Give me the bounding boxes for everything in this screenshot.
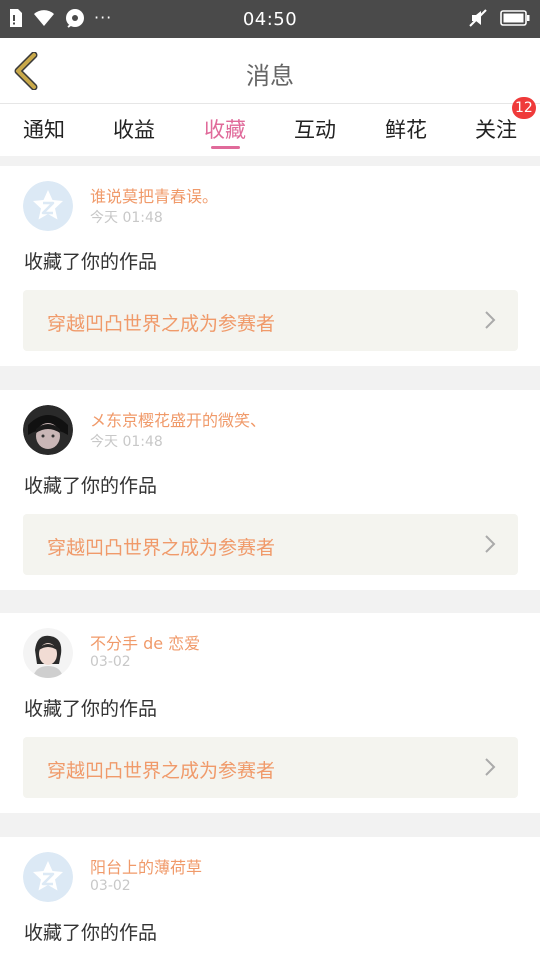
notification-message: 收藏了你的作品 [24,922,158,944]
avatar[interactable] [23,852,73,902]
chevron-right-icon [485,535,496,553]
work-link[interactable]: 穿越凹凸世界之成为参赛者 [23,290,518,351]
default-avatar-icon [23,852,73,902]
username-link[interactable]: 阳台上的薄荷草 [90,854,202,878]
tab-notifications[interactable]: 通知 [4,114,84,144]
tab-earnings[interactable]: 收益 [94,114,174,144]
work-link[interactable]: 穿越凹凸世界之成为参赛者 [23,737,518,798]
avatar[interactable] [23,181,73,231]
work-title: 穿越凹凸世界之成为参赛者 [47,313,276,335]
active-tab-indicator [211,146,240,149]
illustration-avatar [23,628,73,678]
notification-time: 03-02 [90,878,131,894]
status-bar: ··· 04:50 [0,0,540,38]
notification-card: 阳台上的薄荷草 03-02 收藏了你的作品 [0,837,540,960]
nav-header: 消息 [0,38,540,104]
work-title: 穿越凹凸世界之成为参赛者 [47,537,276,559]
page-title: 消息 [246,62,294,90]
username-link[interactable]: メ东京樱花盛开的微笑、 [90,407,266,431]
status-bar-time: 04:50 [242,9,298,30]
default-avatar-icon [23,181,73,231]
silent-mode-icon [469,9,487,27]
notification-card: メ东京樱花盛开的微笑、 今天 01:48 收藏了你的作品 穿越凹凸世界之成为参赛… [0,390,540,590]
work-link[interactable]: 穿越凹凸世界之成为参赛者 [23,514,518,575]
battery-icon [500,10,530,26]
notification-time: 03-02 [90,654,131,670]
notification-card: 不分手 de 恋爱 03-02 收藏了你的作品 穿越凹凸世界之成为参赛者 [0,613,540,813]
notification-card: 谁说莫把青春误。 今天 01:48 收藏了你的作品 穿越凹凸世界之成为参赛者 [0,166,540,366]
notification-message: 收藏了你的作品 [24,475,158,497]
work-title: 穿越凹凸世界之成为参赛者 [47,760,276,782]
chevron-right-icon [485,311,496,329]
user-photo-avatar [23,405,73,455]
notification-time: 今天 01:48 [90,434,163,450]
status-bar-right [468,8,530,28]
avatar[interactable] [23,628,73,678]
avatar[interactable] [23,405,73,455]
username-link[interactable]: 不分手 de 恋爱 [90,630,200,654]
tab-bar: 通知 收益 收藏 互动 鲜花 关注 [0,104,540,156]
tab-favorites[interactable]: 收藏 [185,114,265,144]
notification-message: 收藏了你的作品 [24,251,158,273]
tab-flowers[interactable]: 鲜花 [366,114,446,144]
following-count-badge: 12 [512,97,536,119]
tab-interactions[interactable]: 互动 [275,114,355,144]
username-link[interactable]: 谁说莫把青春误。 [90,183,218,207]
notification-time: 今天 01:48 [90,210,163,226]
notification-message: 收藏了你的作品 [24,698,158,720]
chevron-right-icon [485,758,496,776]
